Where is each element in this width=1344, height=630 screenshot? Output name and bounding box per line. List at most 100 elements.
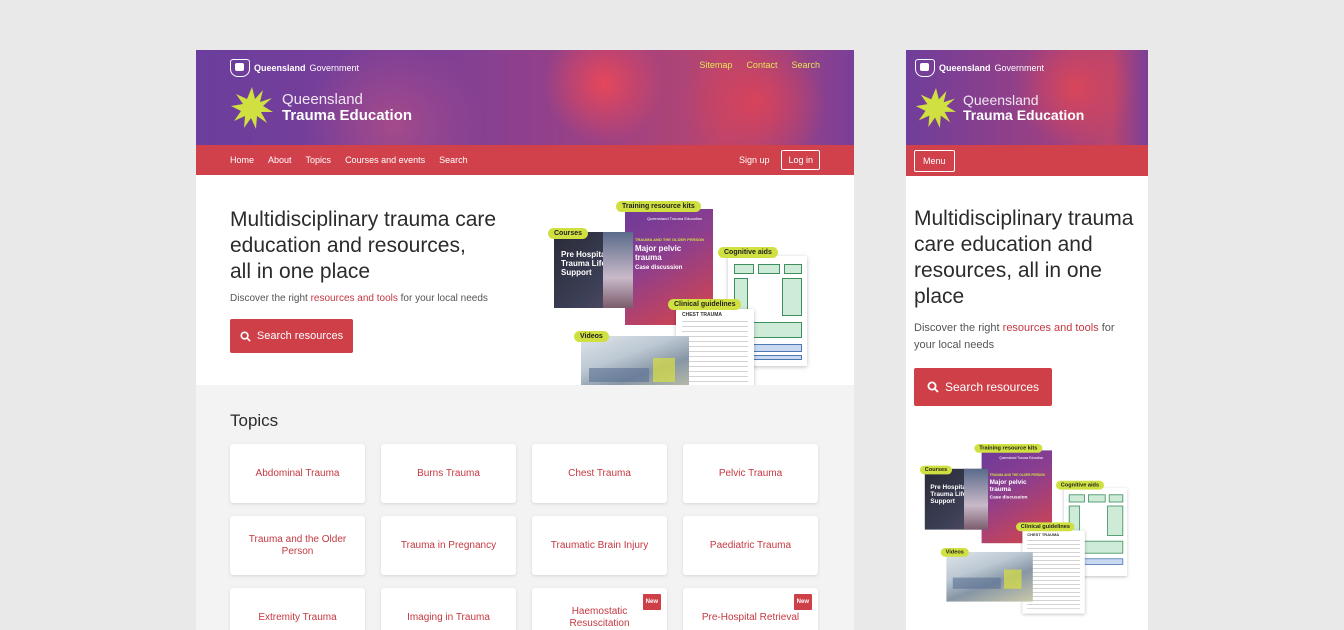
poster-brand: Queensland Trauma Education [647,216,703,221]
topic-label: Haemostatic Resuscitation [569,605,630,629]
topic-label: Abdominal Trauma [255,467,340,479]
topics-heading: Topics [230,411,279,430]
guideline-title: CHEST TRAUMA [1027,532,1060,538]
tag-courses: Courses [548,228,589,239]
poster-brand: Queensland Trauma Education [999,456,1044,460]
sitemap-link[interactable]: Sitemap [699,60,732,70]
course-card: Pre Hospital Trauma Life Support [554,232,633,308]
topic-label: Pre-Hospital Retrieval [701,611,800,623]
desc-before: Discover the right [230,293,311,304]
search-resources-button[interactable]: Search resources [230,319,353,353]
nav-item-topics[interactable]: Topics [306,155,332,165]
topic-card[interactable]: New Pre-Hospital Retrieval [683,588,818,630]
topics-section: Topics Abdominal Trauma Burns Trauma Che… [196,385,854,630]
nav-item-about[interactable]: About [268,155,292,165]
nav-item-home[interactable]: Home [230,155,254,165]
topic-card[interactable]: Imaging in Trauma [381,588,516,630]
qld-government-logo[interactable]: Queensland Government [915,59,1044,77]
tag-training-kits: Training resource kits [974,444,1043,453]
poster-case: Case discussion [989,495,1028,500]
govt-bold: Queensland [254,63,306,73]
topic-label: Extremity Trauma [258,611,337,623]
search-icon [927,381,939,393]
guideline-title: CHEST TRAUMA [682,312,722,318]
video-thumbnail [946,552,1033,602]
resources-tools-link[interactable]: resources and tools [311,293,398,304]
hero-title: Multidisciplinary trauma care education … [230,207,530,285]
tag-videos: Videos [940,548,969,557]
topic-card[interactable]: Chest Trauma [532,444,667,503]
contact-link[interactable]: Contact [746,60,777,70]
poster-subtitle: TRAUMA AND THE OLDER PERSON [635,237,705,242]
menu-button[interactable]: Menu [914,149,955,172]
main-nav: Home About Topics Courses and events Sea… [196,145,854,175]
hero-section: Multidisciplinary trauma care education … [196,175,854,413]
topic-card[interactable]: Burns Trauma [381,444,516,503]
brand-line-1: Queensland [282,91,363,108]
new-badge: New [793,594,812,610]
brand-line-1: Queensland [963,92,1039,108]
topic-label: Burns Trauma [417,467,480,479]
topic-card[interactable]: Abdominal Trauma [230,444,365,503]
search-link[interactable]: Search [791,60,820,70]
topic-card[interactable]: Extremity Trauma [230,588,365,630]
govt-rest: Government [309,63,360,73]
topic-card[interactable]: Trauma and the Older Person [230,516,365,575]
poster-case: Case discussion [635,265,683,271]
tag-clinical-guidelines: Clinical guidelines [668,299,742,310]
govt-rest: Government [994,63,1045,73]
utility-links: Sitemap Contact Search [699,60,820,70]
topic-card[interactable]: Pelvic Trauma [683,444,818,503]
topic-label: Trauma in Pregnancy [400,539,497,551]
mobile-resources-collage: Queensland Trauma Education TRAUMA AND T… [920,440,1131,618]
qld-crest-icon [915,59,935,77]
topic-card[interactable]: Traumatic Brain Injury [532,516,667,575]
poster-title: Major pelvic trauma [989,478,1027,493]
star-logo-icon [915,87,957,129]
tag-training-kits: Training resource kits [616,201,701,212]
topic-card[interactable]: New Haemostatic Resuscitation [532,588,667,630]
topic-card[interactable]: Trauma in Pregnancy [381,516,516,575]
govt-bold: Queensland [939,63,991,73]
topic-label: Traumatic Brain Injury [550,539,649,551]
topic-card[interactable]: Paediatric Trauma [683,516,818,575]
site-brand[interactable]: Queensland Trauma Education [915,87,1084,129]
nav-item-courses[interactable]: Courses and events [345,155,425,165]
qld-government-logo[interactable]: Queensland Government [230,59,359,77]
search-resources-label: Search resources [256,330,344,342]
topic-label: Chest Trauma [568,467,631,479]
desc-after: for your local needs [397,293,488,304]
course-card: Pre Hospital Trauma Life Support [924,468,988,530]
mobile-banner: Queensland Government Queensland Trauma … [906,50,1148,145]
tag-videos: Videos [574,331,609,342]
search-resources-button[interactable]: Search resources [914,368,1052,406]
hero-title-line-2: education and resources, [230,234,466,257]
nav-item-search[interactable]: Search [439,155,468,165]
topic-label: Trauma and the Older Person [248,533,347,557]
desc-before: Discover the right [914,322,1003,334]
star-logo-icon [231,87,273,129]
tag-courses: Courses [920,465,953,475]
topics-grid: Abdominal Trauma Burns Trauma Chest Trau… [230,444,818,630]
topic-label: Imaging in Trauma [407,611,490,623]
tag-cognitive-aids: Cognitive aids [1056,480,1104,490]
resources-tools-link[interactable]: resources and tools [1003,322,1099,334]
poster-subtitle: TRAUMA AND THE OLDER PERSON [989,472,1045,477]
search-resources-label: Search resources [944,380,1040,394]
login-button[interactable]: Log in [781,150,820,170]
site-banner: Queensland Government Sitemap Contact Se… [196,50,854,145]
poster-title: Major pelvic trauma [635,244,682,262]
mobile-page: Queensland Government Queensland Trauma … [906,50,1148,630]
mobile-nav: Menu [906,145,1148,176]
mobile-hero-description: Discover the right resources and tools f… [914,320,1134,354]
signup-link[interactable]: Sign up [739,155,770,165]
new-badge: New [642,594,661,610]
topic-label: Paediatric Trauma [709,539,792,551]
desktop-page: Queensland Government Sitemap Contact Se… [196,50,854,630]
topic-label: Pelvic Trauma [718,467,783,479]
brand-line-2: Trauma Education [282,107,413,124]
search-icon [240,330,251,342]
hero-title-line-3: all in one place [230,260,371,283]
site-brand[interactable]: Queensland Trauma Education [230,86,412,130]
tag-cognitive-aids: Cognitive aids [718,247,778,258]
